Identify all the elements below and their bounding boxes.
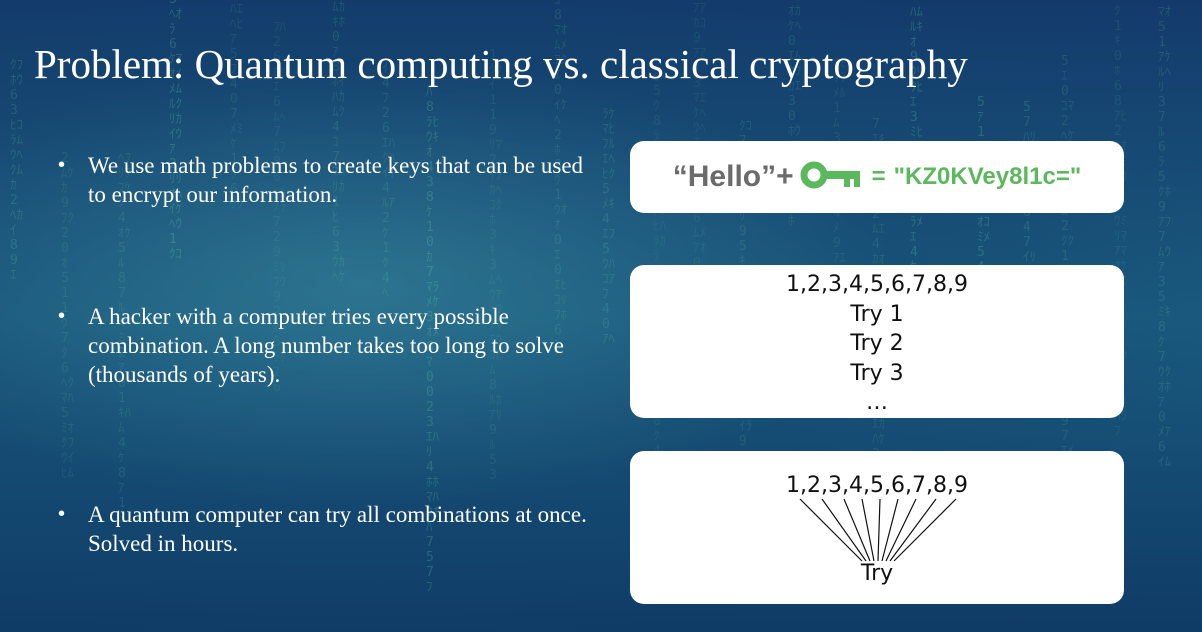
- bullet-text: A hacker with a computer tries every pos…: [88, 304, 564, 387]
- bullet-text: We use math problems to create keys that…: [88, 153, 584, 207]
- plus-sign: +: [776, 160, 794, 193]
- try-line: Try 2: [850, 331, 904, 356]
- bullet-item-hacker: • A hacker with a computer tries every p…: [54, 302, 594, 389]
- classical-brute-force-card: 1,2,3,4,5,6,7,8,9 Try 1 Try 2 Try 3 …: [630, 265, 1124, 418]
- bullet-item-keys: • We use math problems to create keys th…: [54, 151, 594, 209]
- bullet-marker: •: [58, 305, 66, 327]
- matrix-column: 1ｸｸｲ119ﾘﾏ2ｲﾌｶﾍｺｸﾎ3ｷ3ﾑﾍｳｱﾍﾌｱﾏｴｳｺﾋﾑ8ﾙｶｱﾘ9ﾙ…: [489, 48, 502, 483]
- matrix-column: ｸﾌﾎｳ63ﾋｺﾗﾑｳﾍｸﾑｶ2ﾍｶｲ89ｴ: [10, 58, 23, 283]
- matrix-column: ﾗｹﾏﾋﾌﾙｴﾍﾋｸ5ﾒｷ4ｴﾌ5ｳﾊｺｱﾌ40ｱﾍ: [602, 107, 615, 347]
- bullet-marker: •: [58, 503, 66, 525]
- key-icon: [800, 160, 862, 195]
- equals-sign: =: [871, 163, 886, 190]
- try-line: Try 3: [850, 360, 904, 386]
- slide-title: Problem: Quantum computing vs. classical…: [34, 41, 968, 87]
- matrix-column: ﾏｵ51ｱｹﾙﾍﾘ37ﾙ6ﾗ5ｸﾎ9ｱﾌ7ﾑｳｱ35ﾐｷ8ｸ7ｳｸｵﾎｱ0ﾒｱ6…: [1158, 5, 1171, 470]
- quantum-parallel-card: 1,2,3,4,5,6,7,8,9 Try: [630, 451, 1124, 604]
- ciphertext-label: "KZ0KVey8l1c=": [893, 163, 1082, 190]
- try-label: Try: [860, 561, 894, 586]
- bullet-text: A quantum computer can try all combinati…: [88, 502, 587, 556]
- digit-sequence: 1,2,3,4,5,6,7,8,9: [786, 272, 968, 297]
- bullet-marker: •: [58, 154, 66, 176]
- ellipsis: …: [866, 390, 888, 415]
- encryption-card: “Hello” + = "KZ0KVey8l1c=": [630, 141, 1124, 213]
- try-line: Try 1: [850, 301, 904, 327]
- plaintext-label: “Hello”: [672, 160, 777, 193]
- bullet-item-quantum: • A quantum computer can try all combina…: [54, 500, 594, 558]
